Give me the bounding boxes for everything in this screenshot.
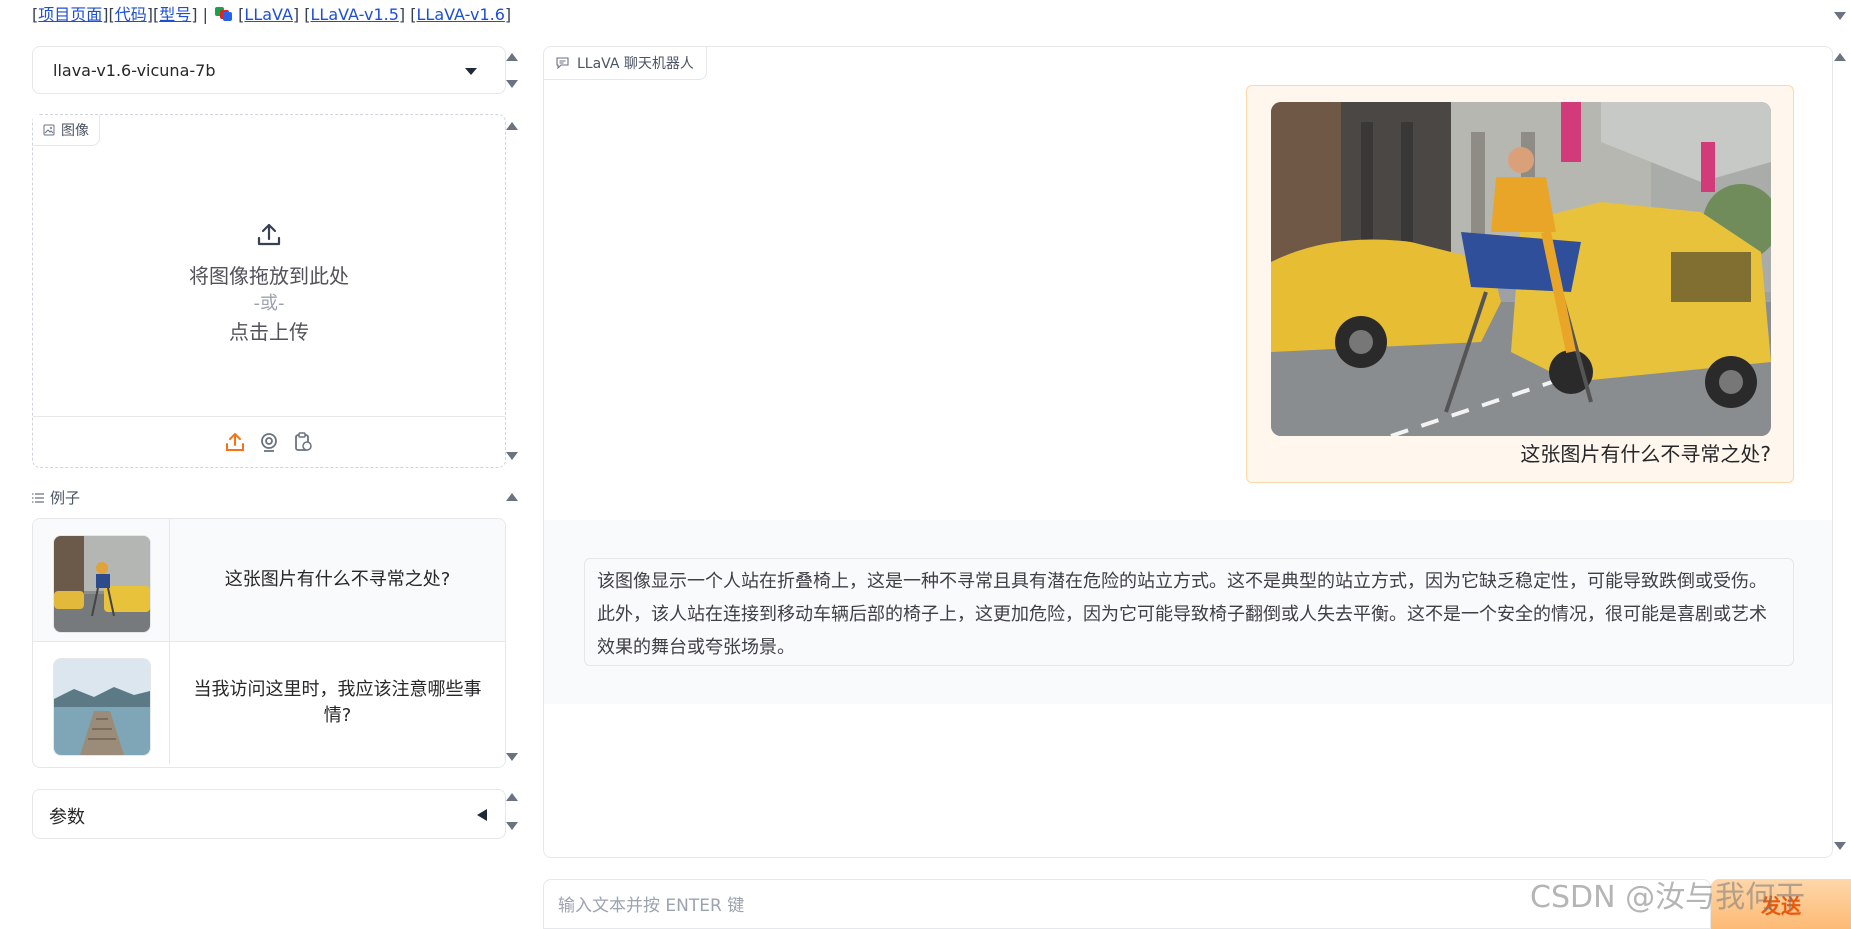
clipboard-icon[interactable]: [292, 431, 314, 453]
scroll-up-icon[interactable]: [506, 122, 518, 130]
watermark-text: CSDN @汝与我何干: [1530, 880, 1806, 915]
image-panel-label: 图像: [33, 115, 100, 146]
image-icon: [43, 124, 55, 136]
llava-v16-link[interactable]: LLaVA-v1.6: [416, 5, 504, 24]
scroll-up-icon[interactable]: [506, 53, 518, 61]
page-scroll-down-icon[interactable]: [1834, 12, 1846, 20]
example-thumbnail-lake: [53, 658, 151, 756]
list-icon: [32, 492, 44, 503]
model-dropdown[interactable]: llava-v1.6-vicuna-7b: [32, 46, 506, 94]
header-links: [项目页面][代码][型号] | [LLaVA] [LLaVA-v1.5] [L…: [32, 5, 512, 24]
example-text: 这张图片有什么不寻常之处?: [224, 569, 451, 590]
divider: |: [202, 5, 208, 24]
user-message: 这张图片有什么不寻常之处?: [1246, 85, 1794, 483]
chat-scroll-up-icon[interactable]: [1834, 53, 1846, 61]
chatbot-label: LLaVA 聊天机器人: [544, 47, 707, 80]
upload-icon: [257, 223, 281, 246]
bot-message-row: 该图像显示一个人站在折叠椅上，这是一种不寻常且具有潜在危险的站立方式。这不是典型…: [544, 520, 1832, 704]
scroll-up-icon[interactable]: [506, 793, 518, 801]
click-upload-text: 点击上传: [229, 320, 309, 344]
model-link[interactable]: 型号: [159, 5, 191, 24]
image-source-toolbar: [33, 416, 505, 467]
message-input[interactable]: [556, 890, 1660, 922]
examples-label-text: 例子: [50, 489, 81, 507]
bot-message: 该图像显示一个人站在折叠椅上，这是一种不寻常且具有潜在危险的站立方式。这不是典型…: [584, 558, 1794, 666]
scroll-down-icon[interactable]: [506, 822, 518, 830]
chat-icon: [556, 57, 569, 69]
example-thumb-cell: [33, 519, 170, 641]
parameters-accordion[interactable]: 参数: [32, 789, 506, 839]
chevron-down-icon: [465, 68, 477, 75]
example-text: 当我访问这里时，我应该注意哪些事情?: [193, 679, 482, 726]
scroll-down-icon[interactable]: [506, 80, 518, 88]
llava-v15-link[interactable]: LLaVA-v1.5: [311, 5, 399, 24]
parameters-label: 参数: [49, 807, 85, 828]
examples-table: 这张图片有什么不寻常之处? 当我访问这里时，我应该注意哪些事情?: [32, 518, 506, 768]
model-dropdown-value: llava-v1.6-vicuna-7b: [53, 61, 216, 80]
code-link[interactable]: 代码: [115, 5, 147, 24]
upload-dropzone[interactable]: 将图像拖放到此处 -或- 点击上传: [33, 155, 505, 409]
collapse-arrow-icon[interactable]: [477, 809, 487, 821]
upload-source-icon[interactable]: [224, 431, 246, 453]
or-text: -或-: [253, 293, 285, 314]
llava-link[interactable]: LLaVA: [244, 5, 293, 24]
scroll-up-icon[interactable]: [506, 493, 518, 501]
webcam-icon[interactable]: [258, 431, 280, 453]
chatbot-label-text: LLaVA 聊天机器人: [577, 56, 694, 72]
image-upload-panel[interactable]: 图像 将图像拖放到此处 -或- 点击上传: [32, 114, 506, 468]
example-thumbnail-taxi: [53, 535, 151, 633]
image-panel-label-text: 图像: [61, 123, 89, 139]
drop-text: 将图像拖放到此处: [189, 264, 349, 288]
chat-scroll-down-icon[interactable]: [1834, 842, 1846, 850]
examples-label: 例子: [32, 487, 80, 508]
example-row[interactable]: 当我访问这里时，我应该注意哪些事情?: [33, 641, 505, 764]
user-uploaded-image: [1271, 102, 1771, 436]
project-page-link[interactable]: 项目页面: [38, 5, 102, 24]
scroll-down-icon[interactable]: [506, 452, 518, 460]
llava-logo-icon: [215, 7, 233, 21]
example-row[interactable]: 这张图片有什么不寻常之处?: [33, 519, 505, 641]
scroll-down-icon[interactable]: [506, 753, 518, 761]
user-message-text: 这张图片有什么不寻常之处?: [1520, 442, 1771, 466]
example-thumb-cell: [33, 642, 170, 764]
chatbot-panel: LLaVA 聊天机器人 这张图片有什么不寻常之处? 该图像显示一个人站在折叠椅上…: [543, 46, 1833, 858]
